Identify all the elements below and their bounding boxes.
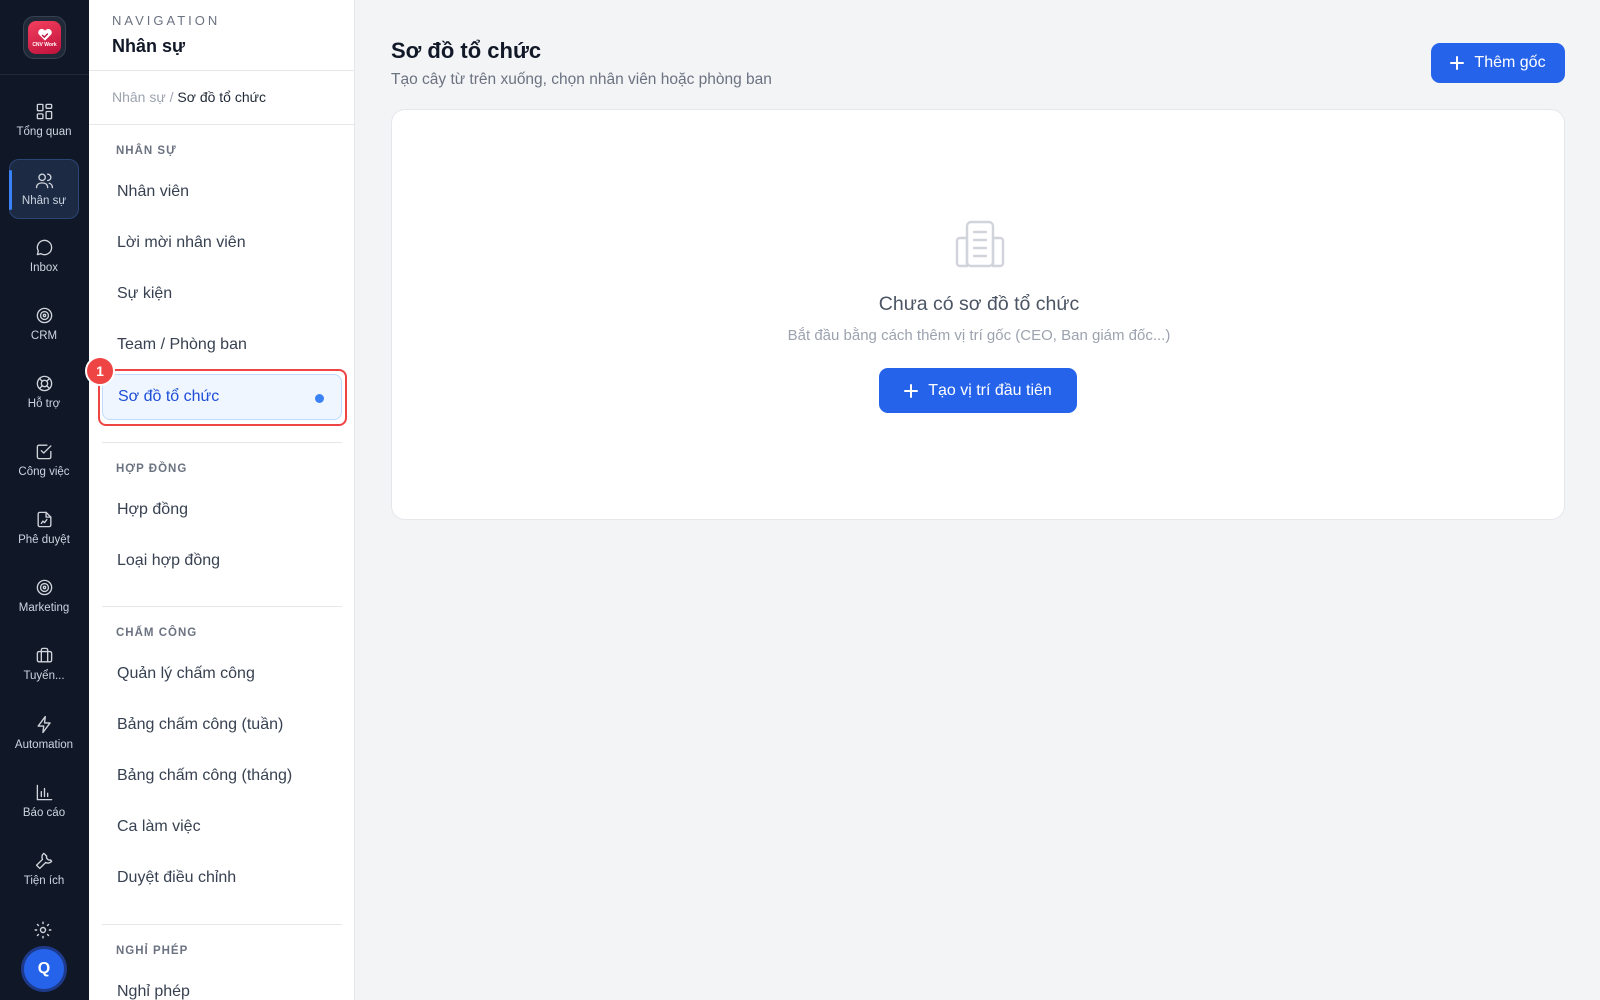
rail-item-tuyen-dung[interactable]: Tuyển... <box>9 634 79 694</box>
create-first-position-button[interactable]: Tạo vị trí đầu tiên <box>879 368 1077 413</box>
chat-icon <box>36 239 52 256</box>
section-label-hop-dong: HỢP ĐỒNG <box>116 463 188 475</box>
rail-item-crm[interactable]: CRM <box>9 294 79 354</box>
rail-item-label: Automation <box>14 739 74 751</box>
section-label-nghi-phep: NGHỈ PHÉP <box>116 945 189 957</box>
plus-icon <box>904 383 919 398</box>
app-logo[interactable]: CNV Work <box>23 16 66 59</box>
rail-item-label: Công việc <box>18 466 70 478</box>
nav-item-loai-hop-dong[interactable]: Loại hợp đồng <box>102 538 342 584</box>
nav-item-bang-cham-cong-tuan[interactable]: Bảng chấm công (tuần) <box>102 702 342 748</box>
nav-eyebrow: NAVIGATION <box>112 13 221 28</box>
users-icon <box>35 173 53 189</box>
logo-text: CNV Work <box>32 41 57 48</box>
breadcrumb-parent[interactable]: Nhân sự / <box>112 89 174 105</box>
section-label-cham-cong: CHẤM CÔNG <box>116 627 198 639</box>
checkbox-icon <box>36 444 52 460</box>
file-sign-icon <box>36 511 52 528</box>
icon-rail: CNV Work Tổng quan Nhân sự Inbox CRM Hỗ … <box>0 0 89 1000</box>
wrench-icon <box>35 852 52 870</box>
plus-icon <box>1450 56 1465 70</box>
org-chart-card: Chưa có sơ đồ tổ chức Bắt đầu bằng cách … <box>391 109 1565 520</box>
nav-item-duyet-dieu-chinh[interactable]: Duyệt điều chỉnh <box>102 855 342 901</box>
rail-divider <box>0 74 89 75</box>
nav-title: Nhân sự <box>112 36 186 56</box>
nav-item-so-do-to-chuc[interactable]: Sơ đồ tổ chức <box>102 374 342 420</box>
section-divider <box>102 606 342 607</box>
breadcrumb: Nhân sự / Sơ đồ tổ chức <box>112 89 266 105</box>
rail-item-phe-duyet[interactable]: Phê duyệt <box>9 498 79 558</box>
rail-item-label: Inbox <box>29 262 59 274</box>
target-icon <box>36 579 52 596</box>
briefcase-icon <box>36 647 52 663</box>
rail-item-label: CRM <box>30 330 58 342</box>
rail-item-label: Nhân sự <box>21 195 67 207</box>
rail-item-label: Hỗ trợ <box>27 398 61 410</box>
step-badge: 1 <box>85 356 115 386</box>
nav-item-nghi-phep[interactable]: Nghỉ phép <box>102 969 342 1000</box>
rail-item-label: Báo cáo <box>22 807 66 819</box>
empty-state-title: Chưa có sơ đồ tổ chức <box>878 293 1080 315</box>
section-label-nhan-su: NHÂN SỰ <box>116 145 177 157</box>
nav-item-nhan-vien[interactable]: Nhân viên <box>102 169 342 215</box>
rail-item-label: Tiện ích <box>23 875 65 887</box>
nav-item-loi-moi-nhan-vien[interactable]: Lời mời nhân viên <box>102 220 342 266</box>
nav-item-team-phong-ban[interactable]: Team / Phòng ban <box>102 322 342 368</box>
rail-item-label: Tổng quan <box>16 126 72 138</box>
rail-item-label: Phê duyệt <box>18 534 70 546</box>
heart-icon <box>37 28 52 41</box>
rail-item-label: Marketing <box>18 602 70 614</box>
rail-item-cong-viec[interactable]: Công việc <box>9 430 79 490</box>
rail-item-marketing[interactable]: Marketing <box>9 566 79 626</box>
rail-item-bao-cao[interactable]: Báo cáo <box>9 771 79 831</box>
rail-item-automation[interactable]: Automation <box>9 703 79 763</box>
gear-icon <box>34 921 52 939</box>
lifebuoy-icon <box>36 375 52 392</box>
nav-item-ca-lam-viec[interactable]: Ca làm việc <box>102 804 342 850</box>
divider <box>89 124 354 125</box>
create-first-position-label: Tạo vị trí đầu tiên <box>928 381 1052 399</box>
target-icon <box>36 307 52 324</box>
rail-item-nhan-su[interactable]: Nhân sự <box>9 159 79 219</box>
add-root-button[interactable]: Thêm gốc <box>1431 43 1565 83</box>
breadcrumb-current: Sơ đồ tổ chức <box>177 89 266 105</box>
nav-item-hop-dong[interactable]: Hợp đồng <box>102 487 342 533</box>
page-title: Sơ đồ tổ chức <box>391 38 542 63</box>
rail-item-inbox[interactable]: Inbox <box>9 226 79 286</box>
grid-icon <box>36 103 52 120</box>
rail-item-label: Tuyển... <box>23 670 65 682</box>
settings-button[interactable] <box>33 920 55 942</box>
sub-navigation: NAVIGATION Nhân sự Nhân sự / Sơ đồ tổ ch… <box>89 0 355 1000</box>
rail-item-ho-tro[interactable]: Hỗ trợ <box>9 362 79 422</box>
rail-item-tong-quan[interactable]: Tổng quan <box>9 90 79 150</box>
active-indicator-dot <box>315 394 324 403</box>
add-root-label: Thêm gốc <box>1474 54 1546 71</box>
empty-state-subtitle: Bắt đầu bằng cách thêm vị trí gốc (CEO, … <box>787 327 1171 344</box>
section-divider <box>102 442 342 443</box>
logo-mark: CNV Work <box>28 21 61 54</box>
page-subtitle: Tạo cây từ trên xuống, chọn nhân viên ho… <box>391 71 772 88</box>
bolt-icon <box>36 715 51 734</box>
bar-chart-icon <box>36 784 52 801</box>
rail-item-tien-ich[interactable]: Tiện ích <box>9 839 79 899</box>
nav-item-bang-cham-cong-thang[interactable]: Bảng chấm công (tháng) <box>102 753 342 799</box>
avatar[interactable]: Q <box>21 946 67 992</box>
nav-item-quan-ly-cham-cong[interactable]: Quản lý chấm công <box>102 651 342 697</box>
section-divider <box>102 924 342 925</box>
divider <box>89 70 354 71</box>
nav-item-su-kien[interactable]: Sự kiện <box>102 271 342 317</box>
nav-item-label: Sơ đồ tổ chức <box>118 388 220 405</box>
building-icon <box>952 216 1008 272</box>
